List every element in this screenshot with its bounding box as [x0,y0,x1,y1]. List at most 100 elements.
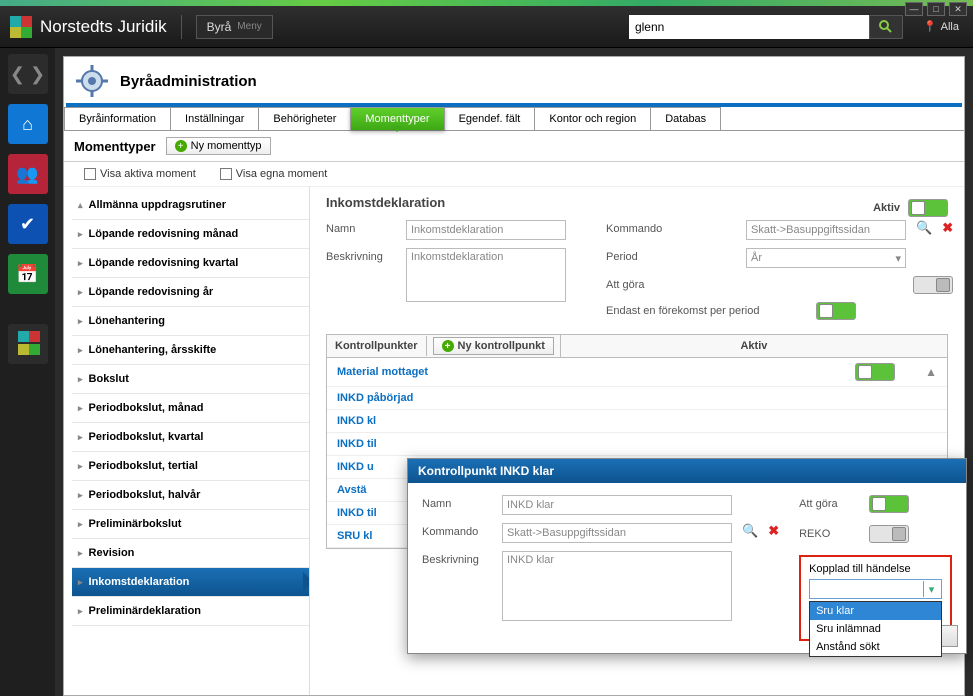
list-item[interactable]: ▸Preliminärdeklaration [72,597,309,626]
caret-icon: ▸ [78,287,83,298]
nav-calendar[interactable]: 📅 [8,254,48,294]
checkpoints-aktiv-header: Aktiv [561,336,947,356]
dlg-description-input[interactable]: INKD klar [502,551,732,621]
nav-tasks[interactable]: ✔ [8,204,48,244]
list-item[interactable]: ▸Bokslut [72,365,309,394]
close-button[interactable]: ✕ [949,2,967,16]
dialog-title: Kontrollpunkt INKD klar [408,459,966,483]
caret-icon: ▸ [78,490,83,501]
list-item[interactable]: ▴Allmänna uppdragsrutiner [72,191,309,220]
caret-icon: ▸ [78,345,83,356]
list-item[interactable]: ▸Löpande redovisning månad [72,220,309,249]
period-select[interactable]: År▾ [746,248,906,268]
dlg-command-input[interactable] [502,523,732,543]
dlg-reko-toggle[interactable] [869,525,909,543]
list-item[interactable]: ▸Löpande redovisning kvartal [72,249,309,278]
linked-event-label: Kopplad till händelse [809,563,942,575]
gear-icon [74,63,110,99]
aktiv-label: Aktiv [873,202,900,214]
byra-menu-button[interactable]: Byrå Meny [196,15,273,39]
list-item[interactable]: ▸Periodbokslut, tertial [72,452,309,481]
nav-home[interactable]: ⌂ [8,104,48,144]
nav-world[interactable] [8,324,48,364]
tab-byr-information[interactable]: Byråinformation [64,107,171,130]
minimize-button[interactable]: — [905,2,923,16]
tab-databas[interactable]: Databas [650,107,721,130]
new-momenttype-button[interactable]: + Ny momenttyp [166,137,271,155]
menu-label: Meny [237,21,261,32]
collapse-icon[interactable]: ▲ [925,365,937,379]
caret-icon: ▸ [78,461,83,472]
list-item[interactable]: ▸Löpande redovisning år [72,278,309,307]
list-item[interactable]: ▸Revision [72,539,309,568]
checkpoints-header: Kontrollpunkter [327,336,427,356]
checkpoint-dialog: Kontrollpunkt INKD klar Namn Kommando🔍✖ … [407,458,967,654]
list-item[interactable]: ▸Periodbokslut, månad [72,394,309,423]
caret-icon: ▸ [78,606,83,617]
dlg-todo-toggle[interactable] [869,495,909,513]
plus-icon: + [175,140,187,152]
chevron-down-icon: ▾ [923,581,939,597]
checkpoint-row[interactable]: INKD kl [327,410,947,433]
checkpoint-active-toggle[interactable] [855,363,895,381]
form-title: Inkomstdeklaration [326,195,445,210]
subbar-title: Momenttyper [74,139,156,154]
caret-icon: ▸ [78,403,83,414]
plus-icon: + [442,340,454,352]
checkpoint-row[interactable]: INKD til [327,433,947,456]
caret-icon: ▸ [78,316,83,327]
description-input[interactable]: Inkomstdeklaration [406,248,566,302]
page-title: Byråadministration [120,73,257,90]
search-input[interactable] [629,15,869,39]
command-lookup-icon[interactable]: 🔍 [916,220,932,236]
caret-icon: ▴ [78,200,83,211]
dlg-name-input[interactable] [502,495,732,515]
filter-scope[interactable]: 📍 Alla [923,20,959,33]
dropdown-option[interactable]: Sru klar [810,602,941,620]
tab-egendef-f-lt[interactable]: Egendef. fält [444,107,536,130]
search-button[interactable] [869,15,903,39]
tab-momenttyper[interactable]: Momenttyper [350,107,444,130]
linked-event-group: Kopplad till händelse ▾ Sru klarSru inlä… [799,555,952,641]
dropdown-option[interactable]: Sru inlämnad [810,620,941,638]
list-item[interactable]: ▸Preliminärbokslut [72,510,309,539]
dlg-command-lookup-icon[interactable]: 🔍 [742,523,758,539]
name-input[interactable] [406,220,566,240]
aktiv-toggle[interactable] [908,199,948,217]
tab-beh-righeter[interactable]: Behörigheter [258,107,351,130]
todo-toggle[interactable] [913,276,953,294]
caret-icon: ▸ [78,432,83,443]
list-item[interactable]: ▸Lönehantering, årsskifte [72,336,309,365]
list-item[interactable]: ▸Periodbokslut, kvartal [72,423,309,452]
command-clear-icon[interactable]: ✖ [942,220,953,236]
nav-people[interactable]: 👥 [8,154,48,194]
caret-icon: ▸ [78,548,83,559]
linked-event-combo[interactable]: ▾ Sru klarSru inlämnadAnstånd sökt [809,579,942,599]
pin-icon: 📍 [923,20,937,33]
momenttype-list: ▴Allmänna uppdragsrutiner▸Löpande redovi… [64,187,310,696]
search-icon [879,20,893,34]
brand-text: Norstedts Juridik [40,17,167,37]
caret-icon: ▸ [78,258,83,269]
nav-back[interactable]: ❮ ❯ [8,54,48,94]
byra-label: Byrå [207,20,232,34]
single-occurrence-toggle[interactable] [816,302,856,320]
command-input[interactable] [746,220,906,240]
maximize-button[interactable]: □ [927,2,945,16]
caret-icon: ▸ [78,374,83,385]
linked-event-dropdown: Sru klarSru inlämnadAnstånd sökt [809,601,942,657]
new-checkpoint-button[interactable]: +Ny kontrollpunkt [433,337,554,355]
tab-kontor-och-region[interactable]: Kontor och region [534,107,651,130]
list-item[interactable]: ▸Periodbokslut, halvår [72,481,309,510]
dlg-command-clear-icon[interactable]: ✖ [768,523,779,539]
filter-active-checkbox[interactable]: Visa aktiva moment [84,168,196,180]
checkpoint-row[interactable]: INKD påbörjad [327,387,947,410]
filter-own-checkbox[interactable]: Visa egna moment [220,168,328,180]
dropdown-option[interactable]: Anstånd sökt [810,638,941,656]
checkpoint-row[interactable]: Material mottaget▲ [327,358,947,387]
list-item[interactable]: ▸Inkomstdeklaration [72,568,309,597]
chevron-down-icon: ▾ [895,252,901,265]
tab-inst-llningar[interactable]: Inställningar [170,107,259,130]
list-item[interactable]: ▸Lönehantering [72,307,309,336]
left-nav-rail: ❮ ❯ ⌂ 👥 ✔ 📅 [0,48,55,696]
